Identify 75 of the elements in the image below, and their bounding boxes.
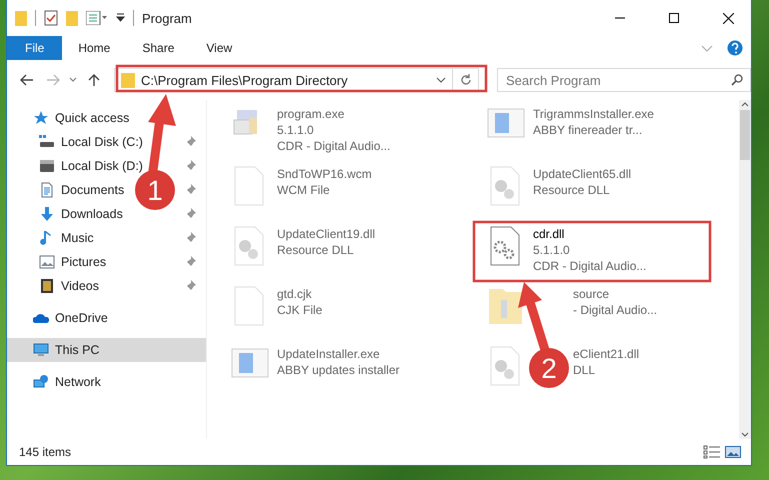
- sidebar-item[interactable]: Network: [55, 375, 101, 389]
- file-detail: Resource DLL: [533, 182, 610, 198]
- document-icon: [39, 182, 55, 198]
- search-field[interactable]: Search Program: [497, 68, 751, 92]
- file-name[interactable]: UpdateClient65.dll: [533, 166, 632, 182]
- star-icon: [33, 110, 49, 126]
- folder-icon: [121, 72, 136, 88]
- sidebar-item[interactable]: Documents: [61, 183, 124, 197]
- properties-icon[interactable]: [44, 10, 58, 26]
- file-detail: - Digital Audio...: [573, 302, 658, 318]
- annotation-arrow: [518, 282, 550, 352]
- close-icon: [722, 12, 734, 24]
- sidebar-item[interactable]: Local Disk (C:): [61, 135, 143, 149]
- pictures-icon: [39, 254, 55, 270]
- scroll-up-icon[interactable]: [741, 100, 749, 108]
- file-detail: Resource DLL: [277, 242, 354, 258]
- file-name[interactable]: eClient21.dll: [573, 346, 640, 362]
- ribbon-tab[interactable]: Share: [126, 36, 190, 60]
- item-count: 145 items: [19, 445, 72, 459]
- minimize-icon: [615, 17, 625, 19]
- disk-c-icon: [39, 134, 55, 150]
- file-name[interactable]: SndToWP16.wcm: [277, 166, 372, 182]
- sidebar-item[interactable]: This PC: [55, 343, 100, 357]
- ribbon-tab[interactable]: File: [7, 36, 62, 60]
- file-name[interactable]: UpdateInstaller.exe: [277, 346, 380, 362]
- view-icon[interactable]: [86, 11, 108, 25]
- refresh-icon: [460, 74, 472, 86]
- window-title: Program: [142, 10, 192, 26]
- dropdown-icon[interactable]: [436, 77, 446, 83]
- network-icon: [33, 374, 49, 390]
- up-arrow-icon: [88, 73, 100, 87]
- file-detail: WCM File: [277, 182, 330, 198]
- videos-icon: [39, 278, 55, 294]
- large-icons-view-icon[interactable]: [725, 445, 741, 459]
- folder-icon[interactable]: [66, 10, 78, 26]
- sidebar-item[interactable]: OneDrive: [55, 311, 108, 325]
- back-arrow-icon: [20, 74, 34, 86]
- file-detail: CDR - Digital Audio...: [533, 258, 646, 274]
- file-name[interactable]: source: [573, 286, 610, 302]
- maximize-icon: [669, 13, 679, 23]
- refresh-button[interactable]: [453, 68, 479, 92]
- ribbon-tab[interactable]: Home: [62, 36, 126, 60]
- sidebar-item[interactable]: Quick access: [55, 111, 130, 125]
- file-name[interactable]: UpdateClient19.dll: [277, 226, 376, 242]
- scroll-thumb[interactable]: [740, 110, 750, 160]
- address-field[interactable]: C:\Program Files\Program Directory: [114, 68, 454, 92]
- sidebar-item[interactable]: Music: [61, 231, 94, 245]
- customize-toolbar-icon[interactable]: [116, 13, 125, 23]
- ribbon-tab[interactable]: View: [190, 36, 248, 60]
- sidebar-item[interactable]: Local Disk (D:): [61, 159, 143, 173]
- file-name[interactable]: program.exe: [277, 106, 344, 122]
- file-detail: 5.1.1.0: [533, 242, 570, 258]
- scrollbar[interactable]: [739, 100, 751, 439]
- download-icon: [39, 206, 55, 222]
- scroll-down-icon[interactable]: [741, 431, 749, 439]
- file-name[interactable]: TrigrammsInstaller.exe: [533, 106, 654, 122]
- sidebar-item[interactable]: Videos: [61, 279, 99, 293]
- file-detail: CJK File: [277, 302, 322, 318]
- folder-file-icon[interactable]: [487, 286, 525, 326]
- step-marker: 2: [529, 348, 569, 388]
- file-name[interactable]: gtd.cjk: [277, 286, 312, 302]
- sidebar-item[interactable]: Downloads: [61, 207, 123, 221]
- file-detail: ABBY finereader tr...: [533, 122, 642, 138]
- pc-icon: [33, 342, 49, 358]
- folder-icon[interactable]: [15, 10, 27, 26]
- file-detail: DLL: [573, 362, 596, 378]
- details-view-icon[interactable]: [703, 445, 721, 459]
- forward-arrow-icon: [46, 74, 60, 86]
- file-detail: CDR - Digital Audio...: [277, 138, 390, 154]
- file-detail: 5.1.1.0: [277, 122, 314, 138]
- chevron-down-icon: [69, 77, 78, 83]
- search-icon[interactable]: [731, 74, 743, 86]
- file-detail: ABBY updates installer: [277, 362, 400, 378]
- sidebar-item[interactable]: Pictures: [61, 255, 106, 269]
- file-name[interactable]: cdr.dll: [533, 226, 564, 242]
